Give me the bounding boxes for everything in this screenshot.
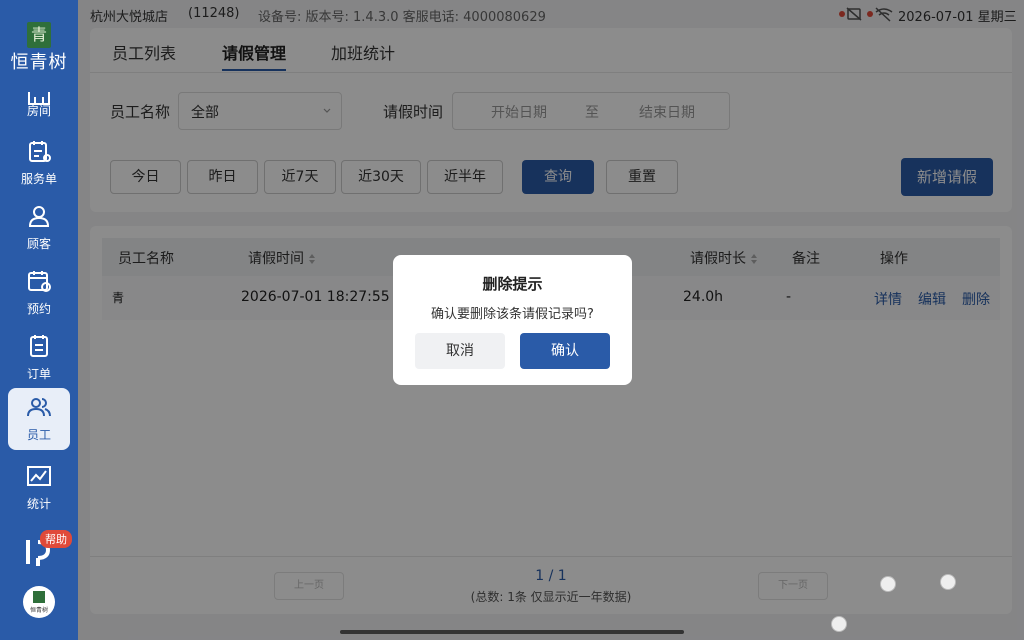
service-order-icon [29, 141, 51, 162]
sidebar-item-label: 预约 [26, 302, 51, 316]
sidebar-item-label: 服务单 [20, 172, 57, 186]
staff-icon [27, 398, 51, 417]
floating-dot [831, 616, 847, 632]
calendar-icon [28, 271, 51, 292]
floating-dot [940, 574, 956, 590]
chart-icon [27, 466, 51, 486]
sidebar-item-stats[interactable]: 统计 [8, 457, 70, 519]
customer-icon [28, 206, 50, 227]
sidebar-item-staff[interactable]: 员工 [8, 388, 70, 450]
brand-logo-mark [33, 591, 45, 603]
sidebar-item-label: 员工 [26, 428, 51, 442]
floating-dot [880, 576, 896, 592]
logo-mark: 青 [27, 22, 51, 48]
sidebar-item-order[interactable]: 订单 [8, 327, 70, 389]
dialog-title: 删除提示 [482, 275, 543, 293]
sidebar-item-service-order[interactable]: 服务单 [8, 132, 70, 194]
dialog-message: 确认要删除该条请假记录吗? [431, 307, 594, 322]
help-badge[interactable]: 帮助 [40, 530, 72, 548]
order-icon [30, 335, 48, 357]
sidebar-item-label: 订单 [26, 367, 51, 381]
cancel-button[interactable]: 取消 [415, 333, 505, 369]
sidebar-item-customer[interactable]: 顾客 [8, 197, 70, 259]
brand-logo-text: 恒青树 [29, 607, 48, 614]
sidebar-item-room[interactable]: 房间 [8, 78, 70, 140]
delete-confirm-dialog: 删除提示 确认要删除该条请假记录吗? 取消 确认 [393, 255, 632, 385]
brand-logo: 恒青树 [23, 586, 55, 618]
sidebar: 青 恒青树 房间 服务单 顾客 预约 订单 员工 统计 帮助 恒青树 [0, 0, 78, 640]
sidebar-item-label: 房间 [26, 104, 51, 118]
sidebar-item-label: 顾客 [26, 237, 51, 251]
app-logo: 青 恒青树 [0, 0, 78, 78]
home-indicator[interactable] [340, 630, 684, 634]
sidebar-item-booking[interactable]: 预约 [8, 262, 70, 324]
confirm-button[interactable]: 确认 [520, 333, 610, 369]
sidebar-item-label: 统计 [26, 497, 51, 511]
logo-text: 恒青树 [10, 52, 68, 73]
